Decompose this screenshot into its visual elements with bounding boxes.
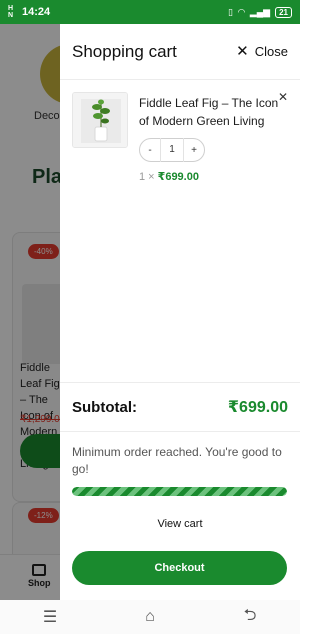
home-icon[interactable]: ⌂ — [135, 608, 165, 626]
product-thumbnail[interactable] — [72, 92, 128, 148]
cart-item-price: 1 × ₹699.00 — [139, 170, 279, 183]
signal-icon: ▂▄▆ — [249, 6, 271, 17]
subtotal-row: Subtotal: ₹699.00 — [60, 382, 300, 432]
subtotal-value: ₹699.00 — [227, 399, 288, 416]
back-icon[interactable]: ⮌ — [235, 604, 265, 631]
qty-plus-button[interactable]: + — [184, 145, 204, 156]
battery-indicator: 21 — [275, 6, 292, 18]
cart-header: Shopping cart ✕ Close — [60, 24, 300, 80]
unit-price: ₹699.00 — [157, 171, 199, 183]
menu-lines-icon[interactable]: ☰ — [35, 607, 65, 627]
qty-input[interactable]: 1 — [160, 138, 184, 162]
cart-item-info: Fiddle Leaf Fig – The Icon of Modern Gre… — [139, 94, 279, 183]
remove-item-icon[interactable]: ✕ — [278, 90, 288, 104]
view-cart-link[interactable]: View cart — [60, 518, 300, 530]
status-bar: HN 14:24 ▯ ◠ ▂▄▆ 21 — [0, 0, 300, 24]
quantity-stepper: - 1 + — [139, 138, 205, 162]
close-icon: ✕ — [236, 43, 249, 60]
plant-image — [73, 93, 127, 147]
sim-indicator: HN — [8, 5, 14, 19]
status-time: 14:24 — [22, 6, 51, 18]
qty-prefix: 1 × — [139, 171, 155, 183]
system-nav-bar: ☰ ⌂ ⮌ — [0, 600, 300, 634]
close-label: Close — [254, 44, 288, 59]
checkout-button[interactable]: Checkout — [72, 551, 287, 585]
subtotal-label: Subtotal: — [72, 398, 137, 416]
close-button[interactable]: ✕ Close — [236, 44, 288, 59]
vibrate-icon: ▯ — [227, 6, 233, 17]
cart-item-name[interactable]: Fiddle Leaf Fig – The Icon of Modern Gre… — [139, 94, 279, 130]
wifi-icon: ◠ — [237, 6, 245, 17]
cart-item: Fiddle Leaf Fig – The Icon of Modern Gre… — [60, 80, 300, 382]
free-order-progress-bar — [72, 487, 287, 496]
cart-title: Shopping cart — [72, 41, 177, 61]
cart-drawer: Shopping cart ✕ Close Fiddle Leaf Fig – … — [60, 24, 300, 600]
min-order-message: Minimum order reached. You're good to go… — [72, 445, 282, 476]
qty-minus-button[interactable]: - — [140, 145, 160, 156]
